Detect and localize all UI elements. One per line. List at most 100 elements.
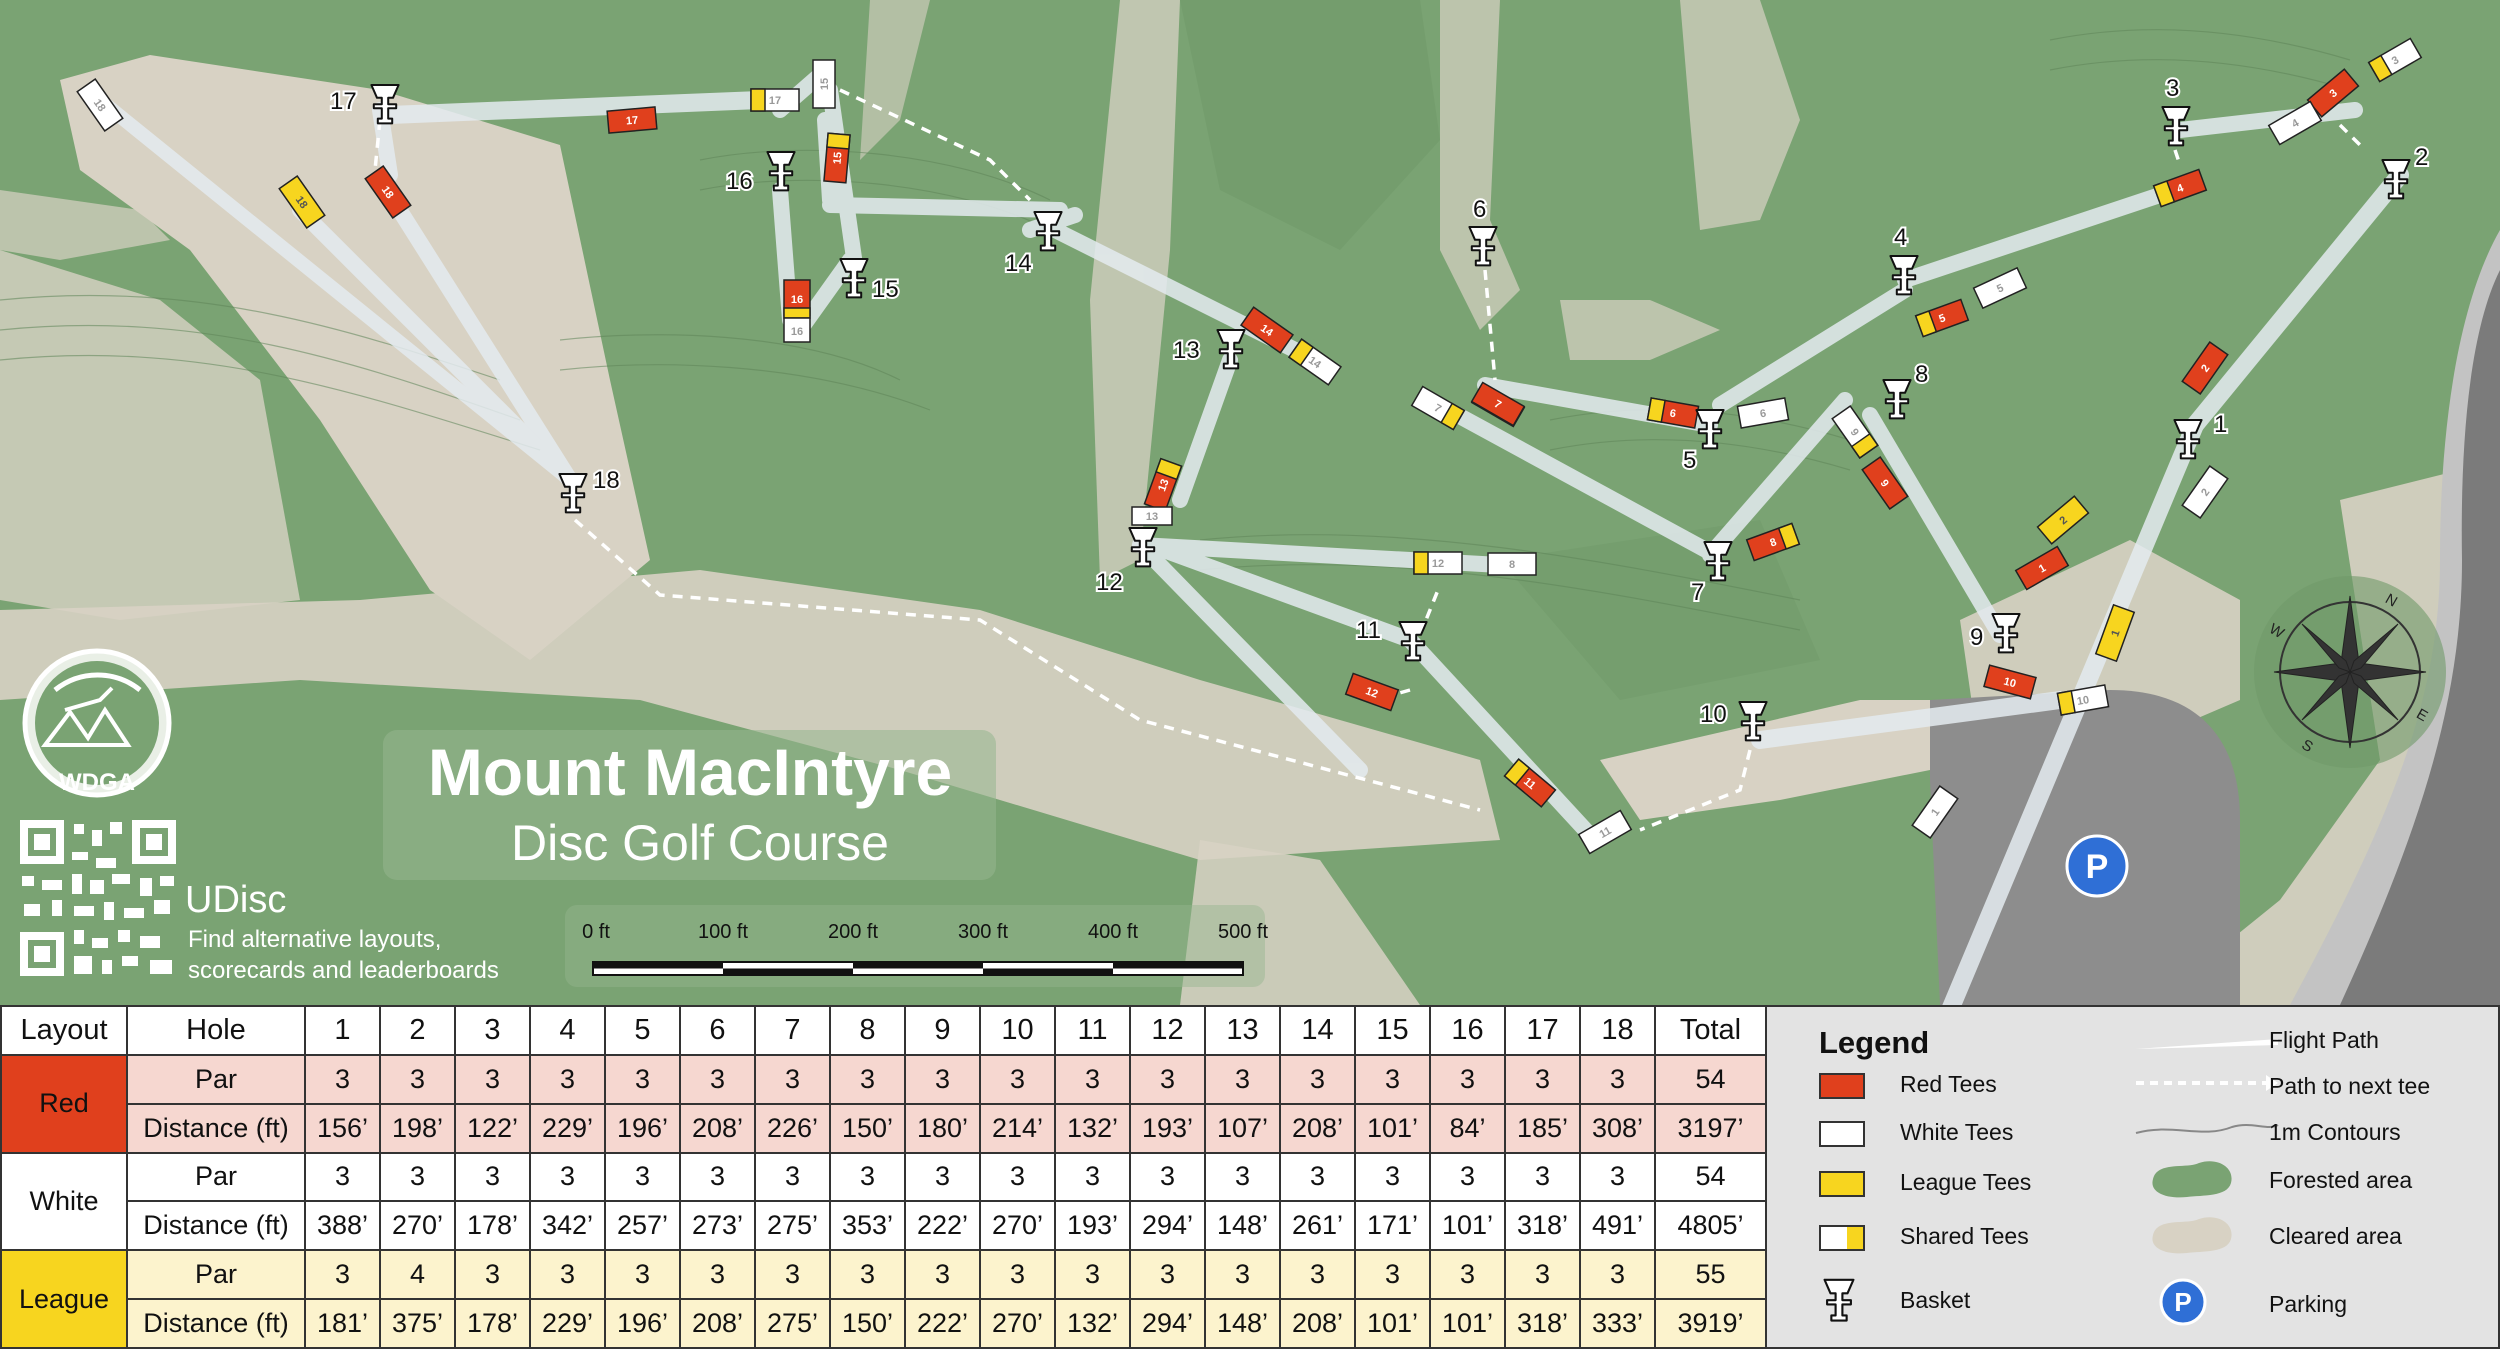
udisc-line-2: scorecards and leaderboards (188, 957, 499, 984)
basket-label-12: 12 (1096, 569, 1123, 596)
legend-red-tees: Red Tees (1900, 1071, 1997, 1097)
distance-cell: 171’ (1354, 1200, 1431, 1252)
distance-cell: 342’ (529, 1200, 606, 1252)
distance-cell: 318’ (1504, 1298, 1581, 1349)
scorecard-row-league-par: League Par 3 4 3 3 3 3 3 3 3 3 3 3 3 3 3 3 3 3 55 (0, 1249, 1767, 1349)
par-cell: 3 (454, 1151, 531, 1203)
distance-cell: 101’ (1354, 1298, 1431, 1349)
scorecard-header-cell: 4 (529, 1005, 606, 1056)
legend-red-swatch (1819, 1073, 1865, 1099)
scorecard-header-cell: 10 (979, 1005, 1056, 1056)
legend-league-swatch (1819, 1171, 1865, 1197)
legend-contours: 1m Contours (2269, 1119, 2401, 1145)
par-cell: 3 (1279, 1053, 1356, 1105)
basket-label-6: 6 (1473, 196, 1486, 223)
wdga-logo: WDGA (22, 648, 172, 798)
legend-title: Legend (1819, 1025, 1930, 1060)
svg-text:17: 17 (625, 114, 638, 127)
qr-code[interactable] (18, 818, 178, 978)
par-cell: 3 (304, 1151, 381, 1203)
distance-cell: 101’ (1354, 1102, 1431, 1154)
parking-icon: P (2065, 834, 2129, 898)
scorecard-header-cell: 13 (1204, 1005, 1281, 1056)
par-cell: 3 (379, 1053, 456, 1105)
par-cell: 3 (1129, 1249, 1206, 1301)
tee-white-13: 13 (1131, 506, 1173, 526)
legend-next-tee-icon (2136, 1075, 2278, 1091)
distance-cell: 180’ (904, 1102, 981, 1154)
scorecard-header-cell: 14 (1279, 1005, 1356, 1056)
par-cell: 3 (979, 1151, 1056, 1203)
tee-shared-8b: 12 (1413, 551, 1463, 575)
scorecard-header-cell: 9 (904, 1005, 981, 1056)
distance-cell: 275’ (754, 1298, 831, 1349)
par-label: Par (126, 1249, 306, 1301)
basket-label-4: 4 (1894, 224, 1907, 251)
par-cell: 3 (1429, 1053, 1506, 1105)
par-cell: 3 (829, 1053, 906, 1105)
distance-cell: 148’ (1204, 1298, 1281, 1349)
par-cell: 3 (1579, 1249, 1656, 1301)
distance-cell: 229’ (529, 1298, 606, 1349)
scorecard-row-league-distance: Distance (ft) 181’ 375’ 178’ 229’ 196’ 208’ 275… (1, 1298, 1767, 1349)
course-map: 1 1 2 1 2 2 3 3 4 4 5 5 6 6 7 7 8 12 8 (0, 0, 2500, 1005)
scale-label: 400 ft (1088, 921, 1138, 943)
par-cell: 3 (1279, 1249, 1356, 1301)
svg-text:15: 15 (819, 78, 831, 90)
par-cell: 3 (904, 1249, 981, 1301)
distance-cell: 148’ (1204, 1200, 1281, 1252)
distance-cell: 388’ (304, 1200, 381, 1252)
distance-cell: 178’ (454, 1298, 531, 1349)
par-cell: 3 (529, 1249, 606, 1301)
distance-label: Distance (ft) (126, 1102, 306, 1154)
par-cell: 3 (604, 1151, 681, 1203)
distance-cell: 491’ (1579, 1200, 1656, 1252)
distance-cell: 273’ (679, 1200, 756, 1252)
legend-forested: Forested area (2269, 1167, 2413, 1193)
par-cell: 3 (679, 1249, 756, 1301)
scorecard-header-cell: 11 (1054, 1005, 1131, 1056)
tee-white-8: 8 (1487, 552, 1537, 576)
legend-white-tees: White Tees (1900, 1119, 2014, 1145)
par-cell: 3 (754, 1151, 831, 1203)
legend-shared-swatch (1819, 1225, 1865, 1251)
basket-label-3: 3 (2166, 75, 2179, 102)
distance-cell: 107’ (1204, 1102, 1281, 1154)
par-cell: 3 (1579, 1151, 1656, 1203)
legend-shared-tees: Shared Tees (1900, 1223, 2029, 1249)
par-cell: 3 (979, 1053, 1056, 1105)
layout-name-league: League (0, 1249, 128, 1349)
basket-label-9: 9 (1970, 624, 1983, 651)
par-cell: 3 (304, 1249, 381, 1301)
legend-parking: Parking (2269, 1291, 2347, 1317)
scorecard-header-cell: Layout (0, 1005, 128, 1056)
par-cell: 3 (754, 1053, 831, 1105)
par-total: 55 (1654, 1249, 1767, 1301)
layout-name-white: White (0, 1151, 128, 1252)
scorecard-header-cell: 7 (754, 1005, 831, 1056)
par-cell: 4 (379, 1249, 456, 1301)
distance-cell: 193’ (1129, 1102, 1206, 1154)
par-cell: 3 (1354, 1151, 1431, 1203)
distance-cell: 353’ (829, 1200, 906, 1252)
legend-flight-path: Flight Path (2269, 1027, 2379, 1053)
tee-shared-17: 17 (750, 88, 800, 112)
distance-total: 3197’ (1654, 1102, 1767, 1154)
distance-cell: 150’ (829, 1298, 906, 1349)
par-cell: 3 (1504, 1249, 1581, 1301)
distance-cell: 185’ (1504, 1102, 1581, 1154)
par-cell: 3 (379, 1151, 456, 1203)
par-cell: 3 (829, 1151, 906, 1203)
distance-total: 4805’ (1654, 1200, 1767, 1252)
par-cell: 3 (1204, 1053, 1281, 1105)
svg-text:16: 16 (791, 294, 803, 306)
par-total: 54 (1654, 1053, 1767, 1105)
par-total: 54 (1654, 1151, 1767, 1203)
par-cell: 3 (1129, 1053, 1206, 1105)
par-cell: 3 (754, 1249, 831, 1301)
scorecard-header-cell: 18 (1579, 1005, 1656, 1056)
par-cell: 3 (904, 1053, 981, 1105)
scorecard-header-cell: 2 (379, 1005, 456, 1056)
scale-label: 100 ft (698, 921, 748, 943)
distance-cell: 196’ (604, 1298, 681, 1349)
